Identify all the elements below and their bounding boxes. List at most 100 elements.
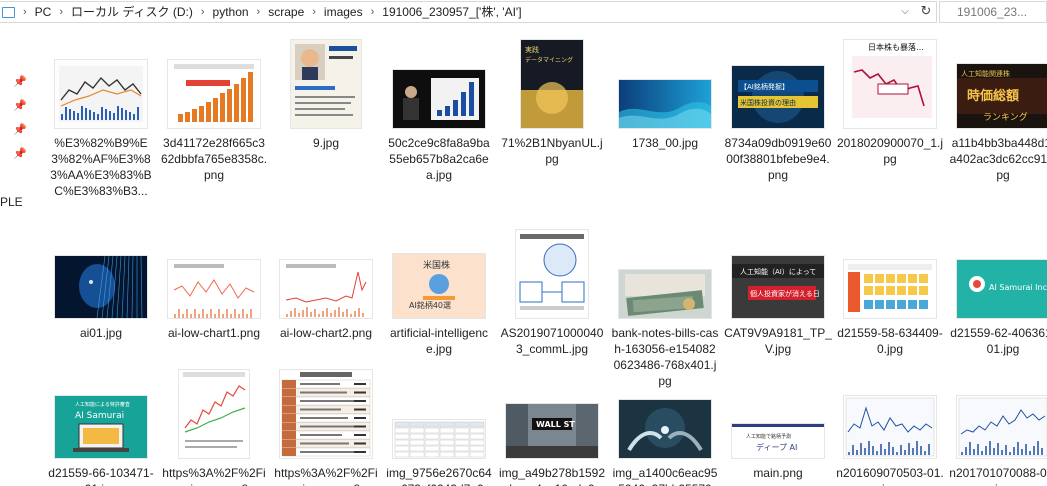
file-item[interactable]: 実践 データマイニング 71%2B1NbyanUL.jpg (496, 36, 608, 167)
address-history-dropdown-icon[interactable]: ⌵ (895, 2, 915, 22)
ranking-banner-thumbnail: 人工知能関連株 時価総額 ランキング (957, 64, 1047, 128)
file-item[interactable]: 1738_00.jpg (609, 36, 721, 151)
banner-thumbnail: 【AI銘柄発掘】 米国株投資の理由 (732, 66, 824, 128)
breadcrumb-current-folder[interactable]: 191006_230957_['株', 'AI'] (382, 2, 521, 22)
file-item[interactable]: 人工知能による特許審査 AI Samurai d21559-66-103471-01… (45, 366, 157, 486)
file-item[interactable]: AI Samurai Inc. d21559-62-406361-01.jpg (947, 226, 1047, 357)
thumbnail-frame (270, 36, 382, 128)
address-bar[interactable]: › PC › ローカル ディスク (D:) › python › scrape … (0, 1, 937, 23)
chevron-right-icon[interactable]: › (59, 2, 63, 22)
breadcrumb-pc[interactable]: PC (35, 2, 52, 22)
svg-text:AI Samurai Inc.: AI Samurai Inc. (989, 283, 1047, 292)
file-item[interactable]: n201609070503-01.jpg (834, 366, 946, 486)
file-name: img_9756e2670c64e673cf6243d7a0 (386, 466, 492, 486)
file-name: n201609070503-01.jpg (836, 466, 944, 486)
stock-chart-thumbnail (957, 396, 1047, 458)
banknotes-thumbnail (619, 270, 711, 318)
thumbnail-frame: 人工知能で銘柄予測 ディープ AI (722, 366, 834, 458)
breadcrumb-scrape[interactable]: scrape (268, 2, 304, 22)
thumbnail-frame: 人工知能関連株 時価総額 ランキング (947, 36, 1047, 128)
svg-text:人工知能関連株: 人工知能関連株 (961, 69, 1010, 78)
file-name: 8734a09db0919e6000f38801bfebe9e4.png (724, 136, 832, 182)
thumbnail-frame (383, 36, 495, 128)
file-item[interactable]: https%3A%2F%2Fimgix-proxy.n8s (270, 366, 382, 486)
file-item[interactable]: 9.jpg (270, 36, 382, 151)
refresh-icon[interactable]: ↻ (916, 1, 936, 21)
file-item[interactable]: 人工知能（AI）によって 個人投資家が消える日 CAT9V9A9181_TP_V.j… (722, 226, 834, 357)
file-item[interactable]: ai-low-chart2.png (270, 226, 382, 341)
file-item[interactable]: AS20190710000403_commL.jpg (496, 226, 608, 357)
file-item[interactable]: 人工知能関連株 時価総額 ランキング a11b4bb3ba448d1fa402ac3d… (947, 36, 1047, 183)
line-chart-thumbnail (179, 370, 249, 458)
thumbnail-frame: 【AI銘柄発掘】 米国株投資の理由 (722, 36, 834, 128)
file-item[interactable]: ai-low-chart1.png (158, 226, 270, 341)
stock-chart-thumbnail (844, 396, 936, 458)
thumbnail-frame (609, 36, 721, 128)
pin-icon[interactable]: 📌 (13, 75, 27, 88)
spreadsheet-thumbnail (393, 420, 485, 458)
thumbnail-frame (947, 366, 1047, 458)
svg-text:AI Samurai: AI Samurai (75, 411, 124, 421)
file-item[interactable]: d21559-58-634409-0.jpg (834, 226, 946, 357)
file-item[interactable]: bank-notes-bills-cash-163056-e1540820623… (609, 226, 721, 389)
file-name: d21559-58-634409-0.jpg (837, 326, 943, 356)
svg-text:人工知能による特許審査: 人工知能による特許審査 (75, 401, 130, 408)
thumbnail-frame (609, 366, 721, 458)
file-name: ai01.jpg (79, 326, 123, 340)
svg-text:時価総額: 時価総額 (967, 88, 1019, 104)
file-name: img_a49b278b1592beca4ec10ade9 (498, 466, 606, 486)
file-item[interactable]: ai01.jpg (45, 226, 157, 341)
investor-banner-thumbnail: 人工知能（AI）によって個人投資家が消える日 (732, 256, 824, 318)
diagram-thumbnail (516, 230, 588, 318)
file-name: 9.jpg (312, 136, 340, 150)
thumbnail-frame (45, 36, 157, 128)
pc-icon (2, 6, 15, 18)
presentation-thumbnail (393, 70, 485, 128)
navigation-pane: 📌 📌 📌 📌 PLE (0, 24, 40, 486)
banner-thumbnail: 人工知能で銘柄予測 ディープ AI (732, 424, 824, 458)
thumbnail-frame: 人工知能による特許審査 AI Samurai (45, 366, 157, 458)
chevron-right-icon[interactable]: › (257, 2, 261, 22)
table-thumbnail (280, 370, 372, 458)
file-item[interactable]: n201701070088-01.jpg (947, 366, 1047, 486)
thumbnail-frame (834, 366, 946, 458)
thumbnail-frame (45, 226, 157, 318)
chevron-right-icon[interactable]: › (23, 2, 27, 22)
pin-icon[interactable]: 📌 (13, 99, 27, 112)
file-item[interactable]: WALL ST img_a49b278b1592beca4ec10ade9 (496, 366, 608, 486)
file-item[interactable]: 【AI銘柄発掘】 米国株投資の理由 8734a09db0919e6000f38801… (722, 36, 834, 183)
svg-text:人工知能（AI）によって: 人工知能（AI）によって (740, 267, 816, 276)
file-item[interactable]: img_9756e2670c64e673cf6243d7a0 (383, 366, 495, 486)
breadcrumb-images[interactable]: images (324, 2, 363, 22)
chevron-right-icon[interactable]: › (201, 2, 205, 22)
file-name: 71%2B1NbyanUL.jpg (501, 136, 603, 166)
pin-icon[interactable]: 📌 (13, 147, 27, 160)
file-item[interactable]: 50c2ce9c8fa8a9ba55eb657b8a2ca6ea.jpg (383, 36, 495, 183)
thumbnail-frame (609, 226, 721, 318)
low-chart-thumbnail (280, 260, 372, 318)
file-name: main.png (753, 466, 803, 480)
thumbnail-frame (158, 36, 270, 128)
chevron-right-icon[interactable]: › (312, 2, 316, 22)
file-item[interactable]: 米国株 AI銘柄40選 artificial-intelligence.jpg (383, 226, 495, 357)
pin-icon[interactable]: 📌 (13, 123, 27, 136)
bar-chart-thumbnail (168, 60, 260, 128)
svg-text:個人投資家が消える日: 個人投資家が消える日 (750, 289, 820, 298)
file-item[interactable]: %E3%82%B9%E3%82%AF%E3%83%AA%E3%83%BC%E3%… (45, 36, 157, 199)
thumbnail-frame (496, 226, 608, 318)
file-name: 3d41172e28f665c362dbbfa765e8358c.png (160, 136, 268, 182)
chevron-right-icon[interactable]: › (371, 2, 375, 22)
breadcrumb-python[interactable]: python (213, 2, 249, 22)
file-name: %E3%82%B9%E3%82%AF%E3%83%AA%E3%83%BC%E3%… (50, 136, 152, 198)
thumbnail-frame: 人工知能（AI）によって個人投資家が消える日 (722, 226, 834, 318)
search-input[interactable]: 191006_23... (939, 1, 1047, 23)
file-item[interactable]: 3d41172e28f665c362dbbfa765e8358c.png (158, 36, 270, 183)
file-item[interactable]: 日本株も暴落… 2018020900070_1.jpg (834, 36, 946, 167)
svg-text:【AI銘柄発掘】: 【AI銘柄発掘】 (740, 82, 789, 91)
breadcrumb-drive[interactable]: ローカル ディスク (D:) (71, 2, 193, 22)
file-item[interactable]: img_a1400c6eac955946e37bb25570 (609, 366, 721, 486)
file-name: ai-low-chart2.png (279, 326, 373, 340)
file-item[interactable]: https%3A%2F%2Fimgix-proxy.n8s (158, 366, 270, 486)
nav-item-label[interactable]: PLE (0, 195, 23, 209)
file-item[interactable]: 人工知能で銘柄予測 ディープ AI main.png (722, 366, 834, 481)
